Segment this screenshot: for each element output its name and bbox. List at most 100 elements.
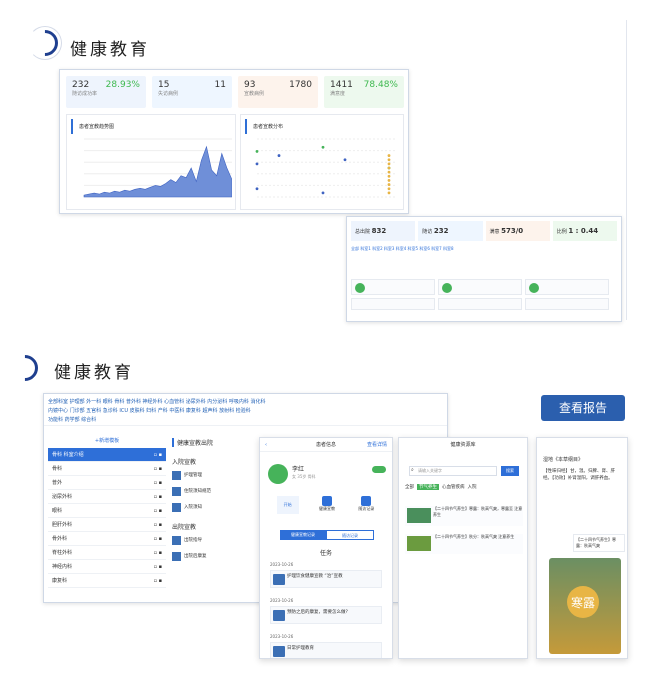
patient-card[interactable] [351, 279, 435, 295]
toggle-switch[interactable] [372, 466, 386, 473]
scatter-point [387, 187, 391, 191]
edu-item-name: 出院后康复 [184, 554, 207, 559]
template-list-item[interactable]: 眼科 ▫ ▪ [48, 504, 166, 518]
tab-all[interactable]: 全部 [405, 484, 414, 490]
patient-card[interactable] [438, 279, 522, 295]
patient-card[interactable] [525, 279, 609, 295]
dept-menu-row[interactable]: 内镜中心 门诊部 五官科 急诊科 ICU 皮肤科 妇科 产科 中医科 康复科 超… [48, 407, 443, 414]
template-name: 胆肝外科 [52, 522, 73, 528]
task-date: 2023-10-26 [270, 598, 294, 603]
action-row: 开始 健康宣教 随访记录 [268, 496, 386, 518]
scatter-point [387, 191, 391, 195]
doc-icon [172, 471, 181, 480]
patient-card[interactable] [438, 298, 522, 310]
start-button[interactable]: 开始 [276, 496, 299, 514]
template-list-item[interactable]: 泌尿外科 ▫ ▪ [48, 490, 166, 504]
dept-menu-row[interactable]: 全部科室 护理部 外一科 眼科 骨科 普外科 神经外科 心血管科 泌尿外科 内分… [48, 398, 443, 405]
edu-action[interactable]: 健康宣教 [316, 496, 338, 514]
area-series [83, 145, 232, 198]
template-list-item[interactable]: 康复科 ▫ ▪ [48, 574, 166, 588]
followup-stat: 比例 1 : 0.44 [552, 221, 617, 241]
article-title: 湿地《本草纲目》 [543, 457, 584, 463]
template-list-item[interactable]: 普外 ▫ ▪ [48, 476, 166, 490]
view-report-button[interactable]: 查看报告 [541, 395, 625, 421]
stat-value: 93 [244, 80, 256, 90]
stat-value: 1411 [330, 80, 353, 90]
stat-label: 宣教病例 [244, 91, 265, 97]
article-phone: 湿地《本草纲目》 【性味归经】甘，温。归脾、肾、肝经。【功效】补肾温阳，调肝养血… [536, 437, 628, 659]
tab-solar-terms[interactable]: 节气养生 [417, 484, 439, 490]
stat-card: 93 1780 宣教病例 [238, 76, 318, 108]
template-list-item[interactable]: 脊柱外科 ▫ ▪ [48, 546, 166, 560]
row-actions-icon[interactable]: ▫ ▪ [154, 476, 162, 489]
stat-value: 573/0 [501, 227, 524, 235]
poster-caption: 【二十四节气养生】寒露：秋高气爽 [573, 534, 625, 552]
phone-header: ‹ 患者信息 查看详情 [260, 438, 392, 452]
resource-item[interactable]: 【二十四节气养生】寒露：秋高气爽，寒露至 注意养生 [405, 506, 523, 526]
stat-value: 1 : 0.44 [568, 227, 599, 235]
tab-edu-record[interactable]: 健康宣教记录 [280, 530, 326, 540]
divider [626, 20, 627, 320]
task-title: 护理饮食健康宣教 “治”宣教 [287, 574, 343, 579]
tab-admission[interactable]: 入院 [468, 484, 477, 490]
task-card[interactable]: 预防之后的康复，需要怎么做? [270, 606, 382, 624]
followup-tabs[interactable]: 全部 科室1 科室2 科室3 科室4 科室5 科室6 科室7 科室8 [347, 245, 621, 275]
template-list-item[interactable]: 骨外科 ▫ ▪ [48, 532, 166, 546]
stat-label: 总出院 [355, 229, 371, 235]
template-name: 骨科 [52, 466, 63, 472]
template-list-item[interactable]: 胆肝外科 ▫ ▪ [48, 518, 166, 532]
stat-pct: 11 [214, 80, 226, 90]
resource-title: 【二十四节气养生】秋分：秋高气爽 注意养生 [433, 534, 515, 539]
row-actions-icon[interactable]: ▫ ▪ [154, 490, 162, 503]
row-actions-icon[interactable]: ▫ ▪ [154, 560, 162, 573]
task-title: 预防之后的康复，需要怎么做? [287, 610, 348, 615]
task-date: 2023-10-26 [270, 562, 294, 567]
chart-title: 患者宣教分布 [245, 119, 399, 134]
search-button[interactable]: 搜索 [501, 466, 519, 476]
resource-title: 【二十四节气养生】寒露：秋高气爽，寒露至 注意养生 [433, 506, 523, 517]
edu-label: 健康宣教 [318, 506, 335, 511]
resource-phone: 健康资源库 请输入关键字 ⌕ 搜索 全部 节气养生 心血管疾病 入院 【二十四节… [398, 437, 528, 659]
scatter-point [277, 154, 281, 157]
tab-followup[interactable]: 随访记录 [326, 530, 374, 540]
row-actions-icon[interactable]: ▫ ▪ [154, 462, 162, 475]
patient-card[interactable] [525, 298, 609, 310]
template-list: +新增模板 骨科 科室介绍 ▫ ▪ 骨科 ▫ ▪ 普外 ▫ ▪ 泌尿外科 ▫ ▪ 眼科 ▫ ▪ 胆肝… [48, 434, 166, 588]
tab-cardio[interactable]: 心血管疾病 [442, 484, 465, 490]
template-list-item[interactable]: 骨科 ▫ ▪ [48, 462, 166, 476]
row-actions-icon[interactable]: ▫ ▪ [154, 574, 162, 587]
edu-item-name: 入院须知 [184, 505, 202, 510]
row-actions-icon[interactable]: ▫ ▪ [154, 546, 162, 559]
search-input[interactable]: 请输入关键字 [409, 466, 497, 476]
template-name: 康复科 [52, 578, 68, 584]
task-card[interactable]: 护理饮食健康宣教 “治”宣教 [270, 570, 382, 588]
task-title: 日常护理教育 [287, 646, 314, 651]
task-card[interactable]: 日常护理教育 [270, 642, 382, 658]
edu-item-name: 护理管理 [184, 473, 202, 478]
template-list-item[interactable]: 神经内科 ▫ ▪ [48, 560, 166, 574]
template-list-item[interactable]: 骨科 科室介绍 ▫ ▪ [48, 448, 166, 462]
doc-icon [172, 487, 181, 496]
avatar [442, 283, 452, 293]
row-actions-icon[interactable]: ▫ ▪ [154, 518, 162, 531]
task-list-title: 任务 [319, 550, 332, 557]
stat-value: 232 [433, 227, 449, 235]
row-actions-icon[interactable]: ▫ ▪ [154, 504, 162, 517]
row-actions-icon[interactable]: ▫ ▪ [154, 532, 162, 545]
row-actions-icon[interactable]: ▫ ▪ [154, 448, 162, 461]
article-text: 【性味归经】甘，温。归脾、肾、肝经。【功效】补肾温阳，调肝养血。 [543, 469, 615, 481]
detail-link[interactable]: 查看详情 [367, 438, 387, 452]
record-action[interactable]: 随访记录 [355, 496, 377, 514]
add-template-button[interactable]: +新增模板 [48, 434, 166, 448]
avatar [268, 464, 288, 484]
scatter-point [387, 166, 391, 170]
edu-item-name: 出院指导 [184, 538, 202, 543]
scatter-point [255, 162, 259, 166]
resource-item[interactable]: 【二十四节气养生】秋分：秋高气爽 注意养生 [405, 534, 523, 554]
patient-name: 李红 [292, 466, 305, 473]
back-icon[interactable]: ‹ [265, 438, 267, 452]
patient-card[interactable] [351, 298, 435, 310]
stat-card: 1411 78.48% 满意度 [324, 76, 404, 108]
template-name: 神经内科 [52, 564, 73, 570]
dept-menu-row[interactable]: 功能科 药学部 综合科 [48, 416, 443, 423]
